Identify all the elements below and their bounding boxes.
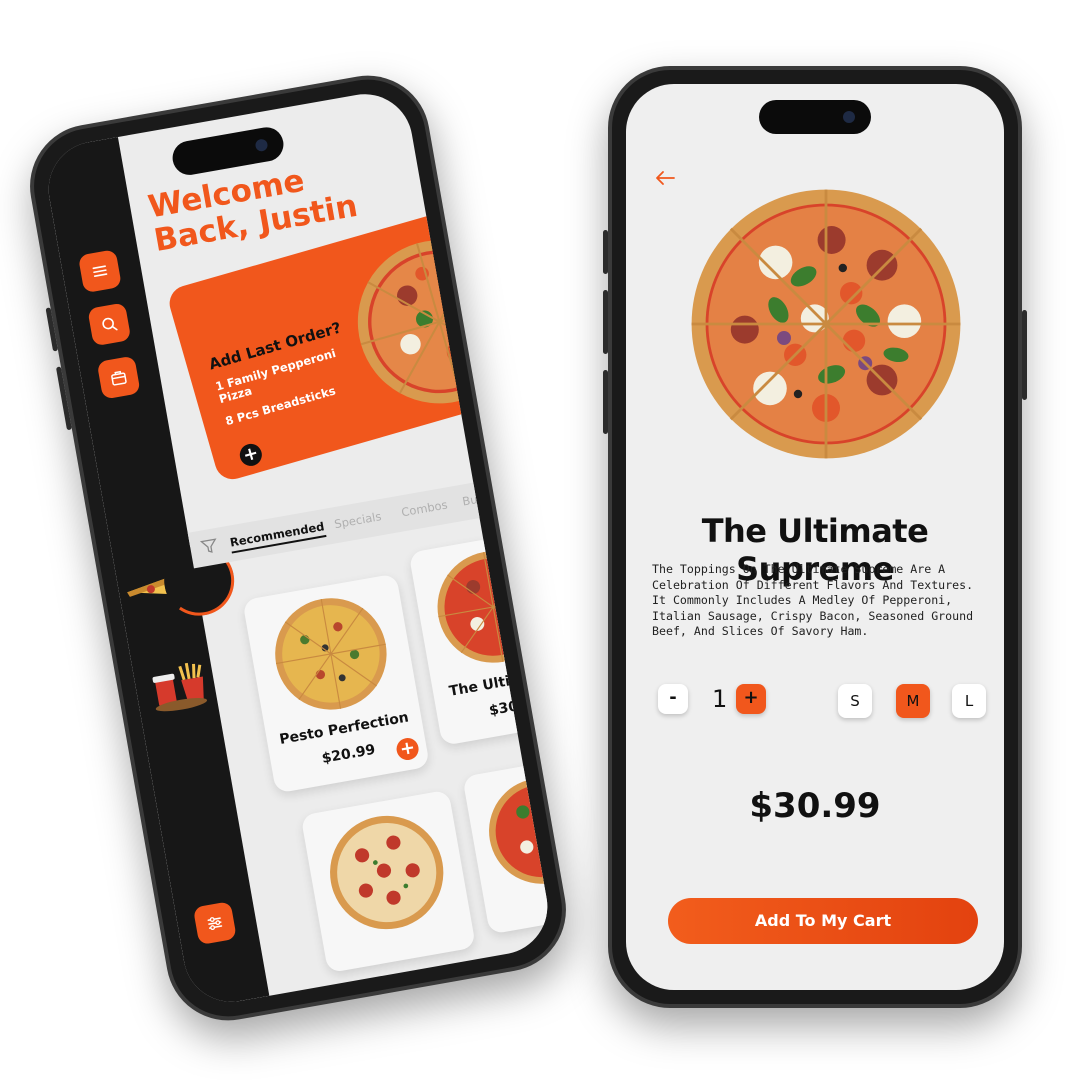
tab-combos[interactable]: Combos xyxy=(400,498,448,520)
product-description: The Toppings On The Ultimate Supreme Are… xyxy=(652,562,974,639)
detail-phone: The Ultimate Supreme The Toppings On The… xyxy=(603,66,1027,1008)
combo-meal-icon[interactable] xyxy=(133,648,226,722)
home-phone: Welcome Back, Justin Add Last Order? 1 F… xyxy=(20,65,576,1031)
search-icon xyxy=(102,317,118,331)
size-medium-button[interactable]: M xyxy=(896,684,930,718)
menu-icon xyxy=(92,265,108,277)
pizza-image xyxy=(489,778,555,884)
filter-settings-button[interactable] xyxy=(192,901,237,946)
dynamic-island xyxy=(759,100,871,134)
back-arrow-icon[interactable] xyxy=(654,170,676,186)
settings-sliders-icon xyxy=(207,917,223,931)
pizza-image xyxy=(691,189,961,459)
phone-side-button xyxy=(1022,310,1027,400)
side-rail xyxy=(41,137,270,1010)
tab-specials[interactable]: Specials xyxy=(333,509,382,531)
quantity-decrease-button[interactable]: - xyxy=(658,684,688,714)
phone-side-button xyxy=(55,366,72,431)
pizza-image xyxy=(330,815,444,930)
pizza-image xyxy=(357,240,522,404)
product-card[interactable] xyxy=(462,754,555,935)
size-large-button[interactable]: L xyxy=(952,684,986,718)
product-price: $30.99 xyxy=(749,786,881,826)
quantity-value: 1 xyxy=(712,685,728,713)
bag-button[interactable] xyxy=(96,355,141,400)
detail-screen: The Ultimate Supreme The Toppings On The… xyxy=(626,84,1004,990)
phone-side-button xyxy=(603,370,608,434)
tab-recommended[interactable]: Recommended xyxy=(228,519,327,554)
phone-side-button xyxy=(45,307,59,352)
size-small-button[interactable]: S xyxy=(838,684,872,718)
bag-icon xyxy=(111,370,127,386)
quantity-increase-button[interactable]: + xyxy=(736,684,766,714)
menu-button[interactable] xyxy=(77,249,122,294)
product-card[interactable] xyxy=(300,789,477,974)
promo-add-button[interactable]: + xyxy=(237,441,265,469)
phone-side-button xyxy=(603,230,608,274)
tab-buckets[interactable]: Buc xyxy=(461,491,485,509)
product-card[interactable]: The Ultim $30. xyxy=(408,528,555,746)
pizza-image xyxy=(437,551,549,663)
phone-side-button xyxy=(603,290,608,354)
home-screen: Welcome Back, Justin Add Last Order? 1 F… xyxy=(41,86,555,1010)
filter-icon[interactable] xyxy=(199,536,220,557)
search-button[interactable] xyxy=(87,302,132,347)
product-card[interactable]: Pesto Perfection $20.99 + xyxy=(242,573,430,794)
add-to-cart-button[interactable]: Add To My Cart xyxy=(668,898,978,944)
pizza-image xyxy=(275,598,387,710)
